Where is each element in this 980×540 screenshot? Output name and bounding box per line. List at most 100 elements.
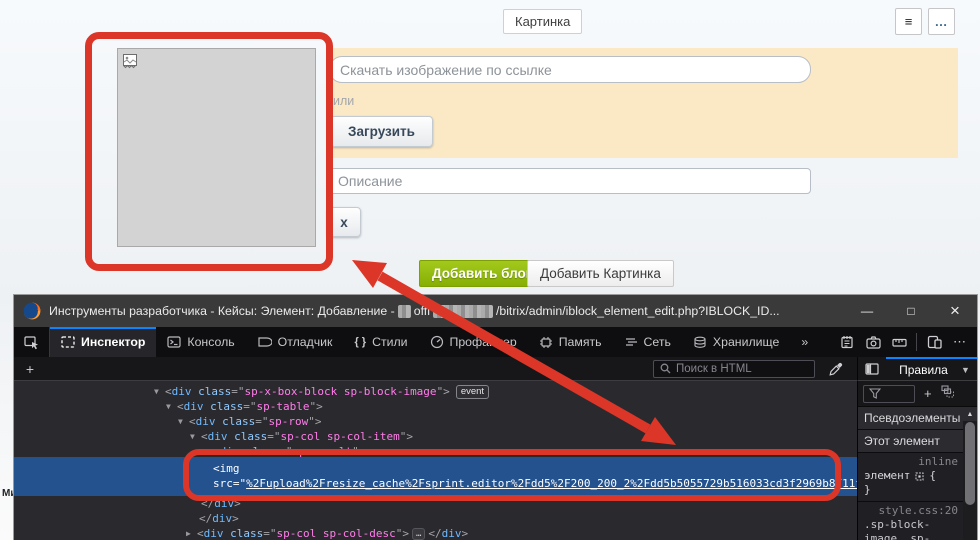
debugger-icon [257, 336, 272, 348]
section-pseudo-elements[interactable]: Псевдоэлементы [858, 407, 963, 430]
rule-selector: image .sp- [864, 532, 960, 540]
sidebar-tab-rules[interactable]: Правила ▼ [886, 357, 977, 380]
tab-console[interactable]: Консоль [156, 327, 245, 357]
image-url-input[interactable]: Скачать изображение по ссылке [329, 56, 811, 83]
search-icon [660, 363, 671, 374]
tab-debugger[interactable]: Отладчик [246, 327, 344, 357]
upload-button[interactable]: Загрузить [330, 116, 433, 147]
eyedropper-icon [829, 362, 843, 376]
scrollbar-up-arrow[interactable]: ▲ [963, 407, 977, 421]
maximize-button[interactable]: □ [889, 295, 933, 327]
highlight-target-icon[interactable] [914, 471, 925, 482]
camera-icon [866, 336, 881, 349]
html-markup-view: ▼<div class="sp-x-box-block sp-block-ima… [14, 381, 857, 540]
selected-img-node[interactable]: <img src="%2Fupload%2Fresize_cache%2Fspr… [14, 457, 857, 496]
devtools-title-path: /bitrix/admin/iblock_element_edit.php?IB… [496, 304, 780, 318]
tree-node-collapsed[interactable]: ▶<div class="sp-col sp-col-desc">…</div> [14, 526, 857, 540]
remove-block-button[interactable]: x [327, 207, 361, 237]
profiler-icon [430, 335, 444, 349]
sidebar-tabs-dropdown[interactable]: ▼ [961, 365, 977, 375]
close-icon: × [950, 301, 960, 321]
meatballs-icon: ⋯ [953, 334, 967, 350]
redacted-host-blur [398, 305, 411, 318]
tree-closing-tag[interactable]: </div> [14, 496, 857, 511]
inline-style-rule[interactable]: inline элемент { } [858, 453, 963, 502]
settings-icon: ≡ [905, 14, 913, 29]
close-button[interactable]: × [933, 295, 977, 327]
tree-node[interactable]: ▼<div class="sp-x-box-block sp-block-ima… [14, 384, 857, 399]
section-this-element[interactable]: Этот элемент [858, 430, 963, 453]
css-style-rule[interactable]: style.css:20 .sp-block- image .sp- [858, 502, 963, 540]
responsive-icon [927, 335, 942, 349]
settings-notes-button[interactable] [834, 329, 860, 355]
more-icon: … [935, 14, 949, 29]
inspector-toolbar: + Поиск в HTML [14, 357, 857, 381]
pick-element-icon [24, 335, 39, 350]
notes-icon [840, 335, 854, 349]
ruler-icon [892, 336, 907, 349]
responsive-mode-button[interactable] [921, 329, 947, 355]
add-image-button[interactable]: Добавить Картинка [527, 260, 674, 287]
three-pane-icon [865, 363, 879, 375]
block-settings-button[interactable]: ≡ [895, 8, 922, 35]
redacted-url-blur [433, 305, 493, 318]
pick-element-button[interactable] [14, 327, 50, 357]
filter-styles-input[interactable] [863, 385, 915, 403]
search-html-input[interactable]: Поиск в HTML [653, 360, 815, 378]
tree-closing-tag[interactable]: </div> [14, 511, 857, 526]
broken-image-icon [122, 53, 139, 70]
tab-memory[interactable]: Память [528, 327, 613, 357]
minimize-icon: — [861, 304, 873, 318]
inspector-icon [61, 336, 75, 348]
event-badge[interactable]: event [456, 385, 489, 399]
style-editor-icon: { } [354, 336, 366, 348]
tab-network[interactable]: Сеть [613, 327, 682, 357]
scrollbar-thumb[interactable] [965, 422, 975, 505]
toolbar-right-icons: ⋯ [834, 327, 977, 357]
add-node-button[interactable]: + [14, 361, 46, 377]
devtools-window: Инструменты разработчика - Кейсы: Элемен… [14, 295, 977, 540]
or-label: или [333, 94, 354, 108]
tree-node[interactable]: ▼<div class="sp-table"> [14, 399, 857, 414]
rule-selector: .sp-block- [864, 518, 960, 532]
add-rule-button[interactable]: + [924, 386, 932, 401]
filter-icon [869, 388, 881, 399]
sidebar-header: Правила ▼ [857, 357, 977, 381]
maximize-icon: □ [907, 304, 914, 318]
rules-scrollbar[interactable]: ▲ [963, 407, 977, 540]
rulers-button[interactable] [886, 329, 912, 355]
rule-source-link[interactable]: style.css:20 [864, 504, 960, 518]
memory-icon [539, 336, 553, 349]
eyedropper-button[interactable] [823, 362, 849, 376]
description-input[interactable]: Описание [327, 168, 811, 194]
network-icon [624, 336, 638, 348]
chevron-double-icon: » [801, 335, 808, 349]
devtools-titlebar[interactable]: Инструменты разработчика - Кейсы: Элемен… [14, 295, 977, 327]
toggle-panes-button[interactable] [858, 357, 886, 380]
tree-node[interactable]: ▼<div class="sp-col sp-col-item"> [14, 429, 857, 444]
class-panel-button[interactable] [941, 385, 955, 403]
rule-selector: элемент [864, 469, 910, 483]
rule-origin: inline [864, 455, 960, 469]
collapsed-content-badge[interactable]: … [412, 528, 425, 540]
tab-storage[interactable]: Хранилище [682, 327, 790, 357]
toolbar-divider [916, 333, 917, 351]
block-more-button[interactable]: … [928, 8, 955, 35]
screenshot-button[interactable] [860, 329, 886, 355]
devtools-menu-button[interactable]: ⋯ [947, 329, 973, 355]
tab-inspector[interactable]: Инспектор [50, 327, 156, 357]
minimize-button[interactable]: — [845, 295, 889, 327]
console-icon [167, 336, 181, 348]
image-placeholder[interactable] [117, 48, 316, 247]
block-type-label[interactable]: Картинка [503, 9, 582, 34]
firefox-icon [23, 302, 41, 320]
devtools-toolbar: Инспектор Консоль Отладчик { } Стили Про… [14, 327, 977, 357]
rules-scroll-area: Псевдоэлементы Этот элемент inline элеме… [858, 407, 977, 540]
tab-styles[interactable]: { } Стили [343, 327, 418, 357]
tab-profiler[interactable]: Профайлер [419, 327, 528, 357]
tree-node[interactable]: ▼<div class="sp-row"> [14, 414, 857, 429]
devtools-title: Инструменты разработчика - Кейсы: Элемен… [49, 304, 395, 318]
devtools-title-host: offi [414, 304, 430, 318]
tab-overflow-chevron[interactable]: » [790, 327, 819, 357]
storage-icon [693, 336, 707, 349]
